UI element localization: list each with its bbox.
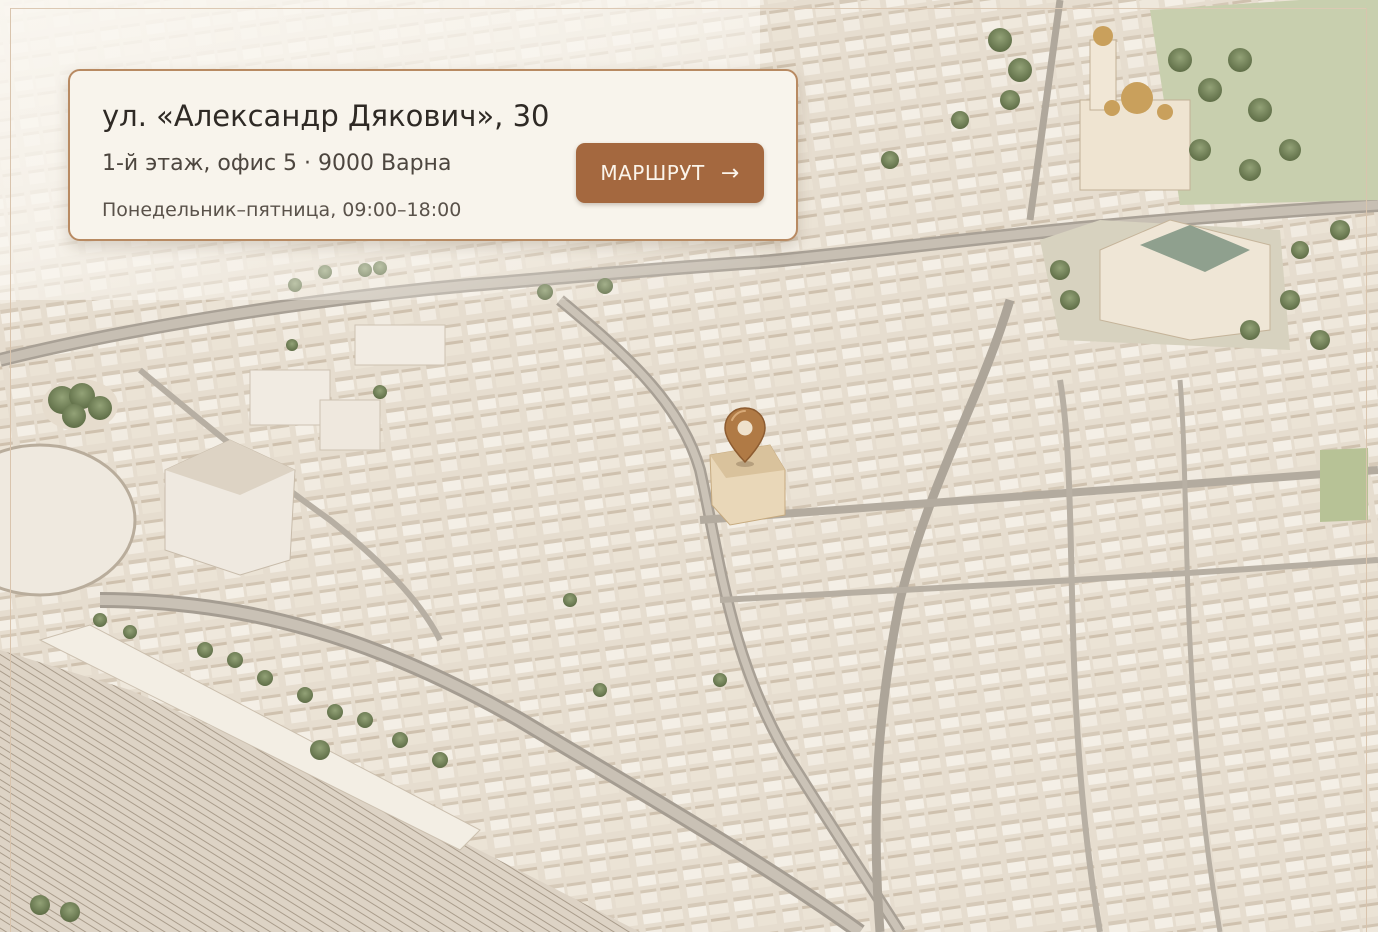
frame-border-top: [10, 8, 1367, 9]
route-button-label: МАРШРУТ: [600, 161, 705, 185]
frame-border-right: [1366, 8, 1367, 932]
address-office: 1-й этаж, офис 5 · 9000 Варна: [102, 151, 452, 176]
address-street: ул. «Александр Дякович», 30: [102, 99, 550, 133]
address-card: ул. «Александр Дякович», 30 1-й этаж, оф…: [68, 69, 798, 241]
frame-border-left: [10, 8, 11, 932]
page: ул. «Александр Дякович», 30 1-й этаж, оф…: [0, 0, 1378, 932]
map-pin-icon[interactable]: [722, 406, 768, 468]
office-hours: Понедельник–пятница, 09:00–18:00: [102, 199, 462, 221]
route-button[interactable]: МАРШРУТ →: [576, 143, 764, 203]
arrow-right-icon: →: [720, 160, 740, 186]
